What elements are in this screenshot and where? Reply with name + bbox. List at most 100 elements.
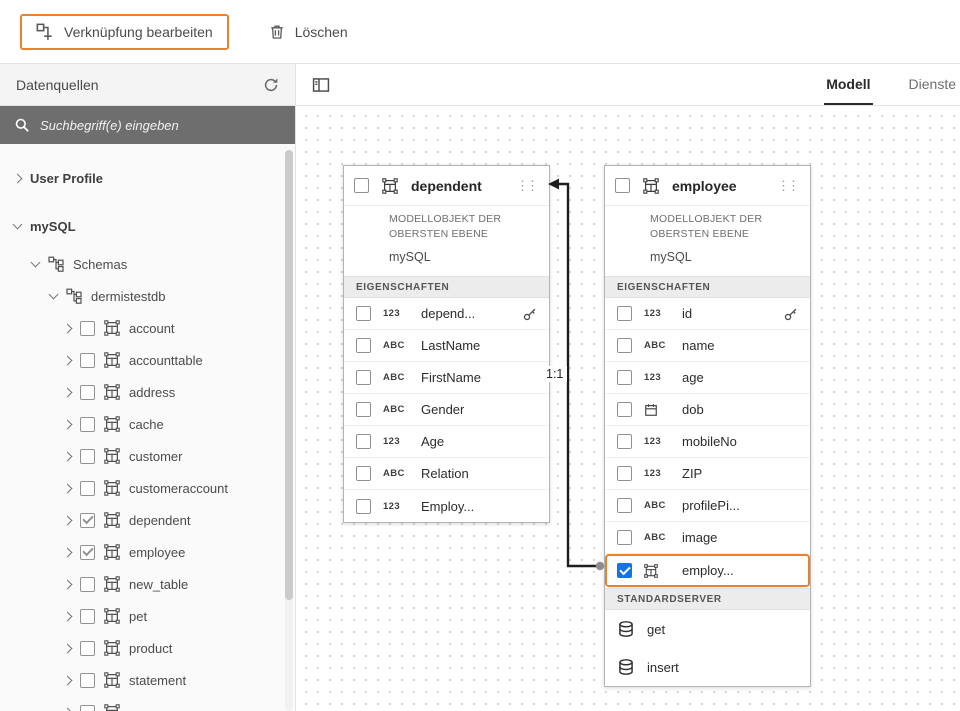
- tab-dienste[interactable]: Dienste: [907, 64, 958, 105]
- tree-item-partial[interactable]: [0, 696, 295, 711]
- property-row[interactable]: dob: [605, 394, 810, 426]
- tab-modell[interactable]: Modell: [824, 64, 873, 105]
- checkbox-checked[interactable]: [80, 544, 95, 560]
- property-row[interactable]: ABC profilePi...: [605, 490, 810, 522]
- checkbox[interactable]: [80, 704, 95, 711]
- checkbox[interactable]: [617, 402, 632, 417]
- checkbox[interactable]: [617, 498, 632, 513]
- tree-item-customer[interactable]: customer: [0, 440, 295, 472]
- tree-item-new-table[interactable]: new_table: [0, 568, 295, 600]
- property-row[interactable]: 123 ZIP: [605, 458, 810, 490]
- tree-item-account[interactable]: account: [0, 312, 295, 344]
- tree-item-pet[interactable]: pet: [0, 600, 295, 632]
- chevron-right-icon[interactable]: [62, 483, 73, 493]
- property-row[interactable]: 123 mobileNo: [605, 426, 810, 458]
- tree-item-mysql[interactable]: mySQL: [0, 210, 295, 242]
- property-row[interactable]: 123 Age: [344, 426, 549, 458]
- checkbox[interactable]: [617, 306, 632, 321]
- refresh-button[interactable]: [263, 77, 279, 93]
- chevron-down-icon[interactable]: [12, 219, 23, 230]
- checkbox[interactable]: [356, 370, 371, 385]
- property-row[interactable]: ABC FirstName: [344, 362, 549, 394]
- checkbox[interactable]: [80, 416, 95, 432]
- checkbox[interactable]: [617, 466, 632, 481]
- chevron-right-icon[interactable]: [62, 675, 73, 685]
- checkbox[interactable]: [80, 352, 95, 368]
- chevron-right-icon[interactable]: [62, 643, 73, 653]
- checkbox[interactable]: [356, 306, 371, 321]
- service-insert[interactable]: insert: [605, 648, 810, 686]
- chevron-right-icon[interactable]: [62, 611, 73, 621]
- property-row[interactable]: ABC Relation: [344, 458, 549, 490]
- scrollbar-thumb[interactable]: [285, 150, 293, 600]
- type-badge-text: ABC: [383, 468, 405, 479]
- checkbox-checked[interactable]: [80, 512, 95, 528]
- relation-cardinality-label[interactable]: 1:1: [542, 366, 568, 382]
- search-input[interactable]: [40, 117, 281, 133]
- checkbox[interactable]: [80, 576, 95, 592]
- entity-card-employee[interactable]: employee ⋮⋮ MODELLOBJEKT DER OBERSTEN EB…: [604, 165, 811, 687]
- checkbox[interactable]: [617, 434, 632, 449]
- chevron-right-icon[interactable]: [62, 419, 73, 429]
- model-canvas[interactable]: dependent ⋮⋮ MODELLOBJEKT DER OBERSTEN E…: [296, 106, 960, 711]
- checkbox[interactable]: [80, 672, 95, 688]
- tree-item-dermistestdb[interactable]: dermistestdb: [0, 280, 295, 312]
- chevron-right-icon[interactable]: [62, 579, 73, 589]
- tree-item-accounttable[interactable]: accounttable: [0, 344, 295, 376]
- tree-item-cache[interactable]: cache: [0, 408, 295, 440]
- checkbox[interactable]: [354, 178, 369, 193]
- checkbox[interactable]: [356, 434, 371, 449]
- tree-item-customeraccount[interactable]: customeraccount: [0, 472, 295, 504]
- chevron-right-icon[interactable]: [12, 173, 23, 183]
- tree-item-user-profile[interactable]: User Profile: [0, 162, 295, 194]
- property-row[interactable]: ABC LastName: [344, 330, 549, 362]
- checkbox[interactable]: [80, 384, 95, 400]
- property-row[interactable]: 123 depend...: [344, 298, 549, 330]
- checkbox[interactable]: [80, 448, 95, 464]
- tree-item-product[interactable]: product: [0, 632, 295, 664]
- property-row[interactable]: 123 age: [605, 362, 810, 394]
- property-row[interactable]: ABC Gender: [344, 394, 549, 426]
- checkbox[interactable]: [80, 480, 95, 496]
- chevron-down-icon[interactable]: [30, 257, 41, 268]
- checkbox[interactable]: [356, 402, 371, 417]
- edit-link-button[interactable]: Verknüpfung bearbeiten: [20, 13, 229, 50]
- drag-handle-icon[interactable]: ⋮⋮: [516, 179, 539, 192]
- service-get[interactable]: get: [605, 610, 810, 648]
- checkbox-checked[interactable]: [617, 563, 632, 578]
- tree-item-address[interactable]: address: [0, 376, 295, 408]
- checkbox[interactable]: [617, 530, 632, 545]
- entity-card-dependent[interactable]: dependent ⋮⋮ MODELLOBJEKT DER OBERSTEN E…: [343, 165, 550, 523]
- sidebar-scrollbar[interactable]: [285, 150, 293, 711]
- checkbox[interactable]: [617, 338, 632, 353]
- chevron-right-icon[interactable]: [62, 547, 73, 557]
- chevron-right-icon[interactable]: [62, 355, 73, 365]
- checkbox[interactable]: [617, 370, 632, 385]
- tree-item-dependent[interactable]: dependent: [0, 504, 295, 536]
- chevron-right-icon[interactable]: [62, 515, 73, 525]
- tree-item-statement[interactable]: statement: [0, 664, 295, 696]
- checkbox[interactable]: [80, 608, 95, 624]
- chevron-down-icon[interactable]: [48, 289, 59, 300]
- property-row[interactable]: 123 Employ...: [344, 490, 549, 522]
- property-row[interactable]: ABC image: [605, 522, 810, 554]
- toggle-panel-button[interactable]: [296, 64, 330, 105]
- checkbox[interactable]: [80, 640, 95, 656]
- card-subtitle: MODELLOBJEKT DER OBERSTEN EBENE: [389, 213, 502, 240]
- drag-handle-icon[interactable]: ⋮⋮: [777, 179, 800, 192]
- checkbox[interactable]: [356, 498, 371, 514]
- property-row[interactable]: ABC name: [605, 330, 810, 362]
- tree-item-schemas[interactable]: Schemas: [0, 248, 295, 280]
- checkbox[interactable]: [615, 178, 630, 193]
- tree-item-employee[interactable]: employee: [0, 536, 295, 568]
- checkbox[interactable]: [356, 338, 371, 353]
- chevron-right-icon[interactable]: [62, 387, 73, 397]
- checkbox[interactable]: [356, 466, 371, 481]
- checkbox[interactable]: [80, 320, 95, 336]
- chevron-right-icon[interactable]: [62, 707, 73, 711]
- chevron-right-icon[interactable]: [62, 451, 73, 461]
- property-row-selected[interactable]: employ...: [605, 554, 810, 588]
- delete-button[interactable]: Löschen: [269, 24, 348, 40]
- property-row[interactable]: 123 id: [605, 298, 810, 330]
- chevron-right-icon[interactable]: [62, 323, 73, 333]
